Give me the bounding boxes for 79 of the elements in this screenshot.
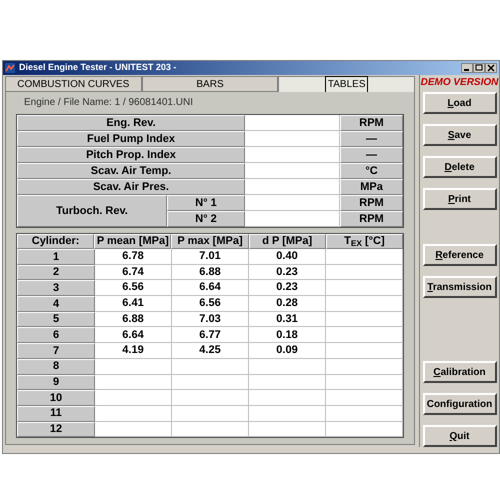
value-field[interactable] bbox=[245, 195, 340, 211]
table-cell: 6.41 bbox=[95, 296, 172, 312]
table-cell: 4.19 bbox=[95, 343, 172, 359]
side-button[interactable]: Reference bbox=[422, 244, 496, 266]
table-cell: 6.56 bbox=[95, 280, 172, 296]
value-field[interactable] bbox=[245, 179, 340, 195]
table-cell: 6.74 bbox=[95, 264, 172, 280]
demo-version-label: DEMO VERSION bbox=[420, 76, 498, 90]
row-label: N° 1 bbox=[167, 195, 245, 211]
row-header: 11 bbox=[17, 406, 95, 422]
side-button[interactable]: Print bbox=[422, 188, 496, 210]
row-header: 7 bbox=[17, 343, 95, 359]
row-label: Turboch. Rev. bbox=[17, 195, 167, 227]
table-cell: 6.78 bbox=[95, 249, 172, 265]
table-cell: 0.23 bbox=[249, 264, 326, 280]
column-header: d P [MPa] bbox=[262, 234, 312, 250]
tab[interactable]: TABLES bbox=[278, 76, 416, 92]
value-field[interactable] bbox=[245, 115, 340, 131]
value-field[interactable] bbox=[245, 131, 340, 147]
column-header: P mean [MPa] bbox=[96, 234, 169, 250]
row-header: 5 bbox=[17, 312, 95, 328]
table-cell: 0.23 bbox=[249, 280, 326, 296]
row-header: 4 bbox=[17, 296, 95, 312]
row-label: Scav. Air Temp. bbox=[17, 163, 245, 179]
side-button[interactable]: Configuration bbox=[422, 393, 496, 415]
table-cell: 6.88 bbox=[95, 312, 172, 328]
table-cell: 0.18 bbox=[249, 327, 326, 344]
row-label: Scav. Air Pres. bbox=[17, 179, 245, 195]
table-cell: 4.25 bbox=[172, 343, 249, 359]
side-button[interactable]: Transmission bbox=[422, 276, 496, 298]
column-header: T$_{EX}$ [°C] bbox=[344, 234, 385, 250]
table-cell: 7.03 bbox=[172, 312, 249, 328]
unit-label: °C bbox=[340, 163, 403, 179]
table-cell: 7.01 bbox=[172, 249, 249, 265]
row-label: Eng. Rev. bbox=[17, 115, 245, 131]
row-header: 8 bbox=[17, 358, 95, 374]
table-cell: 0.09 bbox=[249, 343, 326, 359]
table-cell: 6.64 bbox=[95, 327, 172, 344]
side-button[interactable]: Save bbox=[422, 124, 496, 146]
unit-label: RPM bbox=[340, 115, 403, 131]
table-cell: 6.88 bbox=[172, 264, 249, 280]
row-label: N° 2 bbox=[167, 211, 245, 227]
minimize-icon[interactable] bbox=[461, 63, 473, 73]
maximize-icon[interactable] bbox=[473, 63, 485, 73]
value-field[interactable] bbox=[245, 211, 340, 227]
side-button[interactable]: Load bbox=[422, 92, 496, 114]
tab[interactable]: COMBUSTION CURVES bbox=[5, 76, 142, 92]
row-header: 1 bbox=[17, 249, 95, 265]
unit-label: MPa bbox=[340, 179, 403, 195]
side-button[interactable]: Delete bbox=[422, 156, 496, 178]
row-header: 3 bbox=[17, 280, 95, 296]
table-cell: 0.28 bbox=[249, 296, 326, 312]
unit-label: — bbox=[340, 131, 403, 147]
value-field[interactable] bbox=[245, 163, 340, 179]
row-header: 2 bbox=[17, 264, 95, 280]
tab[interactable]: BARS bbox=[142, 76, 278, 92]
app-icon bbox=[5, 63, 15, 73]
table-cell: 6.64 bbox=[172, 280, 249, 296]
unit-label: RPM bbox=[340, 211, 403, 227]
unit-label: RPM bbox=[340, 195, 403, 211]
row-header: 10 bbox=[17, 390, 95, 406]
file-name-label: Engine / File Name: 1 / 96081401.UNI bbox=[24, 96, 194, 110]
unit-label: — bbox=[340, 147, 403, 163]
table-cell: 0.31 bbox=[249, 312, 326, 328]
window-title: Diesel Engine Tester - UNITEST 203 - bbox=[19, 61, 176, 74]
value-field[interactable] bbox=[245, 147, 340, 163]
column-header: Cylinder: bbox=[32, 234, 80, 250]
row-label: Fuel Pump Index bbox=[17, 131, 245, 147]
row-header: 6 bbox=[17, 327, 95, 344]
table-cell: 6.77 bbox=[172, 327, 249, 344]
row-label: Pitch Prop. Index bbox=[17, 147, 245, 163]
side-button[interactable]: Calibration bbox=[422, 361, 496, 383]
close-icon[interactable] bbox=[485, 63, 497, 73]
row-header: 9 bbox=[17, 374, 95, 390]
side-button[interactable]: Quit bbox=[422, 425, 496, 447]
column-header: P max [MPa] bbox=[177, 234, 243, 250]
table-cell: 6.56 bbox=[172, 296, 249, 312]
row-header: 12 bbox=[17, 422, 95, 438]
table-cell: 0.40 bbox=[249, 249, 326, 265]
